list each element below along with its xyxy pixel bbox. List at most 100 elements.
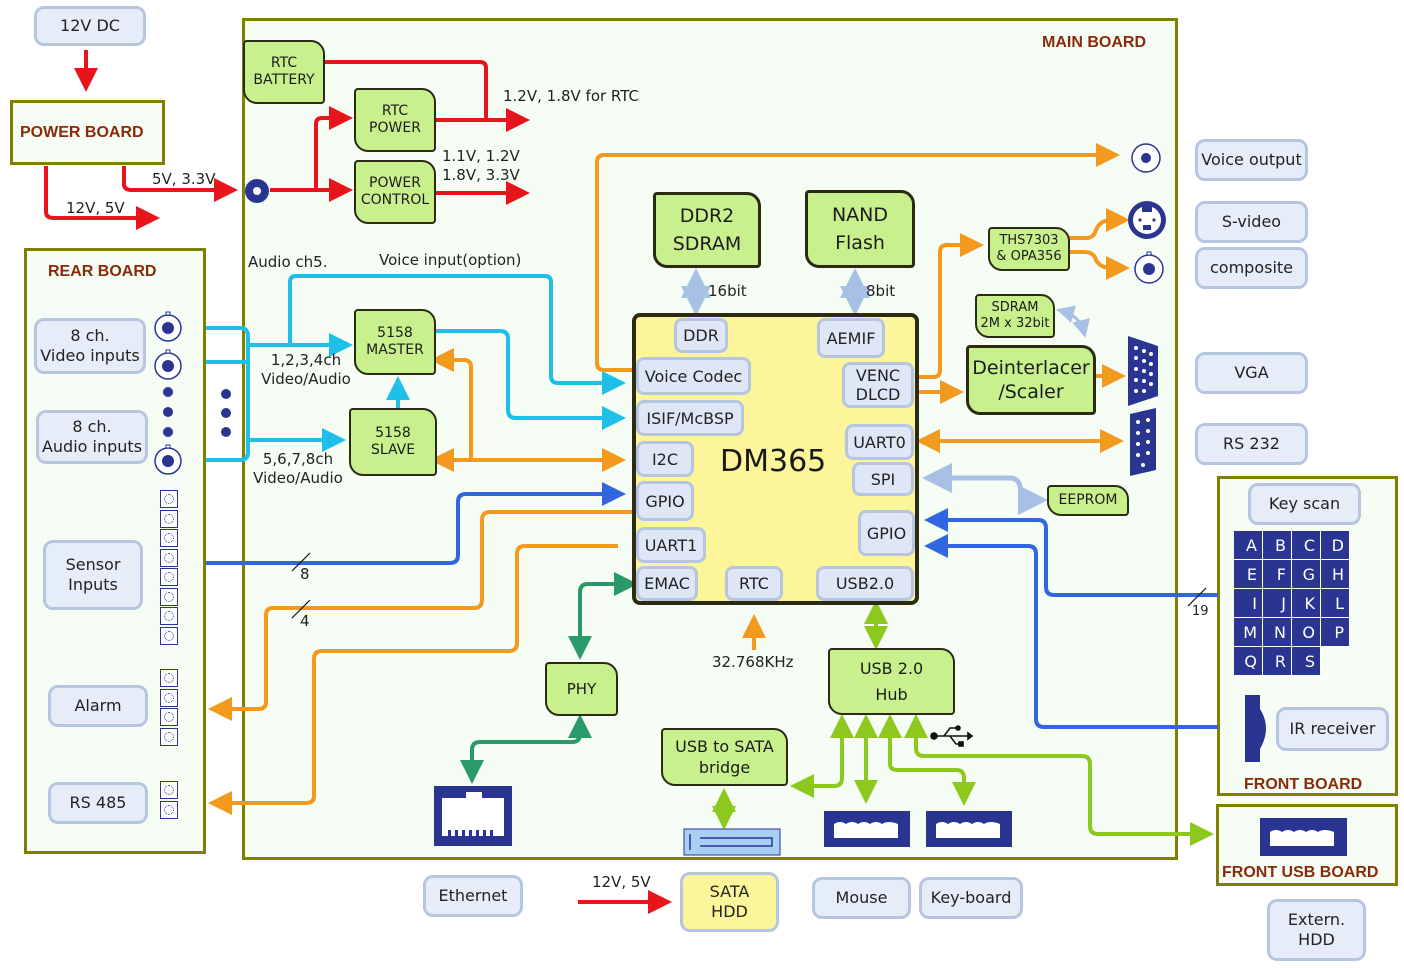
terminal-screw-icon bbox=[160, 688, 178, 707]
alarm-terminal-block bbox=[160, 669, 180, 747]
terminal-screw-icon bbox=[160, 490, 178, 508]
usb-port-front-icon bbox=[1260, 818, 1347, 856]
decoder-master-chip: 5158 MASTER bbox=[354, 309, 436, 375]
terminal-screw-icon bbox=[160, 708, 178, 726]
sensor-terminal-block bbox=[160, 490, 180, 646]
rtc-voltage-label: 1.2V, 1.8V for RTC bbox=[503, 87, 640, 105]
keypad-key[interactable]: I bbox=[1234, 589, 1263, 618]
dc-jack-icon bbox=[245, 179, 269, 203]
keyboard-label: Key-board bbox=[919, 877, 1023, 919]
ethernet-label: Ethernet bbox=[423, 875, 523, 917]
dc-input-label: 12V DC bbox=[34, 6, 146, 46]
terminal-screw-icon bbox=[160, 800, 178, 819]
video-inputs-label: 8 ch. Video inputs bbox=[34, 318, 146, 374]
composite-jack-icon bbox=[1134, 251, 1164, 284]
port-ddr: DDR bbox=[674, 318, 728, 353]
keypad-key[interactable]: S bbox=[1292, 647, 1321, 676]
alarm-bus-width-label: 4 bbox=[300, 612, 310, 630]
terminal-screw-icon bbox=[160, 727, 178, 746]
key-bus-width-label: 19 bbox=[1192, 604, 1209, 619]
port-isif-mcbsp: ISIF/McBSP bbox=[636, 400, 744, 436]
sdram-2m-chip: SDRAM 2M x 32bit bbox=[975, 294, 1055, 338]
keypad-key[interactable]: R bbox=[1263, 647, 1292, 676]
rtc-power-chip: RTC POWER bbox=[354, 88, 436, 152]
ir-receiver-label: IR receiver bbox=[1276, 707, 1389, 751]
port-venc-dlcd: VENC DLCD bbox=[842, 362, 914, 408]
nand-bus-width-label: 8bit bbox=[866, 282, 896, 300]
deinterlacer-scaler-chip: Deinterlacer /Scaler bbox=[966, 345, 1096, 415]
terminal-screw-icon bbox=[160, 669, 178, 687]
usb-sata-bridge-chip: USB to SATA bridge bbox=[661, 728, 788, 786]
sata-power-label: 12V, 5V bbox=[592, 873, 651, 891]
ir-sensor-icon bbox=[1245, 695, 1266, 762]
port-voice-codec: Voice Codec bbox=[636, 357, 751, 395]
usb-hub-chip: USB 2.0 Hub bbox=[828, 648, 955, 715]
core-voltage-label: 1.1V, 1.2V 1.8V, 3.3V bbox=[442, 147, 520, 184]
keypad-key[interactable]: L bbox=[1321, 589, 1350, 618]
extern-hdd-label: Extern. HDD bbox=[1267, 899, 1366, 961]
sensor-bus-width-label: 8 bbox=[300, 565, 310, 583]
port-rtc: RTC bbox=[725, 566, 783, 601]
audio-inputs-label: 8 ch. Audio inputs bbox=[36, 410, 148, 464]
sata-connector-icon bbox=[683, 828, 781, 856]
port-spi: SPI bbox=[852, 462, 914, 496]
dm365-title: DM365 bbox=[720, 444, 827, 479]
keypad-key[interactable]: E bbox=[1234, 560, 1263, 589]
voice-output-jack-icon bbox=[1131, 143, 1161, 173]
port-gpio-left: GPIO bbox=[636, 481, 694, 521]
mouse-label: Mouse bbox=[812, 877, 911, 919]
eeprom-chip: EEPROM bbox=[1047, 485, 1129, 516]
terminal-screw-icon bbox=[160, 548, 178, 567]
port-gpio-right: GPIO bbox=[858, 510, 915, 556]
port-usb2: USB2.0 bbox=[816, 566, 914, 601]
terminal-screw-icon bbox=[160, 529, 178, 547]
terminal-screw-icon bbox=[160, 509, 178, 528]
ddr-bus-width-label: 16bit bbox=[708, 282, 747, 300]
voice-input-label: Voice input(option) bbox=[379, 251, 522, 269]
rs485-label: RS 485 bbox=[48, 782, 148, 824]
decoder-slave-chip: 5158 SLAVE bbox=[349, 408, 437, 476]
usb-wires bbox=[712, 600, 1214, 846]
keypad-key[interactable]: C bbox=[1292, 531, 1321, 560]
rtc-battery-chip: RTC BATTERY bbox=[243, 40, 325, 104]
keypad-key[interactable]: A bbox=[1234, 531, 1263, 560]
port-uart1: UART1 bbox=[636, 527, 706, 563]
s-video-label: S-video bbox=[1195, 201, 1308, 243]
front-board-title: FRONT BOARD bbox=[1244, 776, 1363, 793]
front-usb-board-title: FRONT USB BOARD bbox=[1222, 864, 1379, 881]
keypad-key[interactable]: O bbox=[1292, 618, 1321, 647]
s-video-connector-icon bbox=[1128, 201, 1166, 239]
keypad-key[interactable]: J bbox=[1263, 589, 1292, 618]
usb-symbol-icon bbox=[930, 725, 974, 747]
port-uart0: UART0 bbox=[845, 424, 914, 460]
keypad-key[interactable]: K bbox=[1292, 589, 1321, 618]
keypad-key[interactable]: N bbox=[1263, 618, 1292, 647]
rear-board-title: REAR BOARD bbox=[48, 263, 157, 280]
ch-1-4-label: 1,2,3,4ch Video/Audio bbox=[261, 351, 351, 388]
port-i2c: I2C bbox=[636, 441, 694, 477]
keypad-key[interactable]: M bbox=[1234, 618, 1263, 647]
keypad-key[interactable]: P bbox=[1321, 618, 1350, 647]
terminal-screw-icon bbox=[160, 568, 178, 586]
vga-connector-icon bbox=[1128, 336, 1158, 406]
composite-label: composite bbox=[1195, 247, 1308, 289]
keypad-key[interactable]: D bbox=[1321, 531, 1350, 560]
power-out-aux-label: 12V, 5V bbox=[66, 199, 125, 217]
keypad-key[interactable]: G bbox=[1292, 560, 1321, 589]
keypad-key[interactable]: H bbox=[1321, 560, 1350, 589]
keypad-key[interactable]: B bbox=[1263, 531, 1292, 560]
rs232-label: RS 232 bbox=[1195, 423, 1308, 465]
main-board-title: MAIN BOARD bbox=[1042, 34, 1146, 51]
power-control-chip: POWER CONTROL bbox=[354, 160, 436, 224]
terminal-screw-icon bbox=[160, 587, 178, 606]
ch-5-8-label: 5,6,7,8ch Video/Audio bbox=[253, 450, 343, 487]
keypad-key[interactable]: Q bbox=[1234, 647, 1263, 676]
power-board-title: POWER BOARD bbox=[20, 124, 144, 141]
usb-port-mouse-icon bbox=[824, 811, 910, 847]
ths7303-opa356-chip: THS7303 & OPA356 bbox=[988, 227, 1070, 271]
vga-label: VGA bbox=[1195, 352, 1308, 394]
keypad-grid: ABCD EFGH IJKL MNOP QRS bbox=[1234, 531, 1350, 677]
sata-hdd-label: SATA HDD bbox=[680, 872, 779, 932]
keypad-key[interactable]: F bbox=[1263, 560, 1292, 589]
alarm-label: Alarm bbox=[48, 685, 148, 727]
